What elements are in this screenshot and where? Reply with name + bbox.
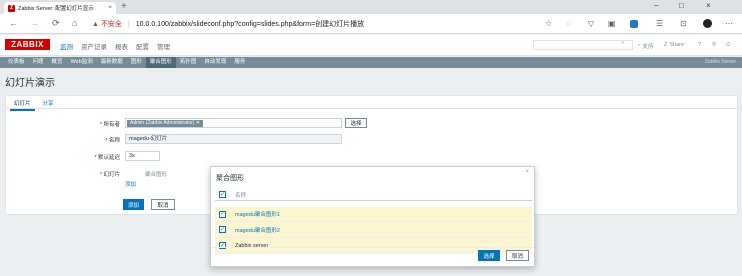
tab-title: Zabbix Server: 配置幻灯片显示 — [18, 6, 94, 12]
nav-administration[interactable]: 管理 — [157, 41, 170, 51]
home-icon[interactable]: ⌂ — [72, 18, 77, 29]
subnav-dashboard[interactable]: 仪表板 — [4, 57, 29, 68]
screens-dialog: 聚合图形 × ✓ 名称 ✓ magedu聚合图形1 ✓ magedu聚合图形2 … — [210, 166, 535, 267]
select-all-checkbox[interactable]: ✓ — [219, 191, 226, 198]
support-link[interactable]: ◔ 支持 — [637, 42, 653, 50]
nav-configuration[interactable]: 配置 — [136, 41, 149, 51]
url-separator: | — [127, 20, 130, 28]
browser-tabbar: Z Zabbix Server: 配置幻灯片显示 × + – □ × — [0, 0, 742, 14]
browser-tab[interactable]: Z Zabbix Server: 配置幻灯片显示 × — [4, 2, 116, 14]
row-checkbox[interactable]: ✓ — [219, 226, 226, 233]
zabbix-logo[interactable]: ZABBIX — [5, 39, 50, 50]
new-tab-icon[interactable]: + — [121, 2, 127, 12]
tab-close-icon[interactable]: × — [108, 5, 112, 11]
close-window-icon[interactable]: × — [706, 1, 711, 11]
maximize-icon[interactable]: □ — [679, 1, 684, 11]
table-row[interactable]: ✓ magedu聚合图形1 — [215, 207, 532, 222]
back-icon[interactable]: ← — [9, 18, 18, 29]
favorites-icon[interactable]: ☰ — [656, 19, 663, 29]
slides-column-header: 聚合图形 — [145, 172, 168, 178]
table-header: ✓ 名称 — [215, 189, 532, 201]
add-slide-link[interactable]: 添加 — [125, 180, 136, 188]
name-field[interactable]: magedu-幻灯片 — [125, 134, 342, 144]
delay-label: * 默认延迟 — [94, 155, 120, 161]
extension-icon[interactable]: ▣ — [608, 19, 616, 29]
zabbix-favicon-icon: Z — [8, 4, 15, 12]
share-link[interactable]: Z Share — [664, 42, 684, 48]
address-bar[interactable]: ▲ 不安全 | 10.0.0.100/zabbix/slideconf.php?… — [92, 17, 532, 31]
subnav-screens[interactable]: 聚合图形 — [145, 57, 176, 68]
user-profile-icon[interactable]: ⚲ — [712, 42, 716, 48]
avatar[interactable] — [703, 19, 712, 28]
star-icon[interactable]: ☆ — [545, 19, 552, 29]
dialog-footer-divider — [211, 247, 534, 248]
collections-icon[interactable]: ⊡ — [680, 19, 687, 29]
remove-owner-icon[interactable]: ✕ — [196, 120, 200, 126]
subnav-web[interactable]: Web监测 — [67, 57, 97, 68]
url-text: 10.0.0.100/zabbix/slideconf.php?config=s… — [135, 21, 365, 28]
page-title: 幻灯片演示 — [5, 78, 55, 89]
minimize-icon[interactable]: – — [654, 1, 658, 11]
subnav-discovery[interactable]: 自动发现 — [200, 57, 230, 68]
subnav-latest-data[interactable]: 最新数据 — [97, 57, 127, 68]
row-checkbox[interactable]: ✓ — [219, 210, 226, 218]
browser-toolbar: ← → ⟳ ⌂ ▲ 不安全 | 10.0.0.100/zabbix/slidec… — [0, 14, 742, 34]
add-button[interactable]: 添加 — [123, 199, 144, 210]
reload-icon[interactable]: ⟳ — [52, 18, 60, 29]
search-input[interactable] — [533, 40, 633, 50]
dialog-select-button[interactable]: 选择 — [478, 250, 500, 261]
delay-field[interactable]: 3s — [125, 151, 160, 161]
nav-inventory[interactable]: 资产记录 — [81, 41, 107, 51]
slides-label: * 幻灯片 — [99, 172, 120, 178]
dialog-cancel-button[interactable]: 取消 — [506, 250, 529, 261]
translate-icon[interactable] — [630, 20, 638, 28]
dialog-close-icon[interactable]: × — [525, 169, 529, 175]
dialog-title: 聚合图形 — [216, 175, 244, 182]
row-name-link[interactable]: magedu聚合图形2 — [235, 226, 280, 234]
subnav-graphs[interactable]: 图形 — [127, 57, 146, 68]
name-label: * 名称 — [105, 138, 120, 144]
support-label: 支持 — [642, 44, 654, 50]
nav-reports[interactable]: 报表 — [115, 41, 128, 51]
zabbix-header: ZABBIX 监测 资产记录 报表 配置 管理 ⌕ ◔ 支持 Z Share ?… — [0, 35, 742, 56]
subnav-services[interactable]: 服务 — [230, 57, 249, 68]
shield-icon[interactable]: ▽ — [588, 19, 594, 29]
main-nav: 监测 资产记录 报表 配置 管理 — [60, 41, 170, 51]
dialog-table: ✓ 名称 ✓ magedu聚合图形1 ✓ magedu聚合图形2 ✓ Zabbi… — [215, 189, 532, 254]
server-name: Zabbix Server — [704, 59, 736, 65]
share-icon: Z — [664, 42, 668, 48]
subnav-maps[interactable]: 拓扑图 — [176, 57, 201, 68]
row-name-link[interactable]: magedu聚合图形1 — [235, 210, 280, 218]
table-row[interactable]: ✓ magedu聚合图形2 — [215, 222, 532, 238]
cancel-button[interactable]: 取消 — [151, 199, 175, 210]
sub-nav: 仪表板 问题 概览 Web监测 最新数据 图形 聚合图形 拓扑图 自动发现 服务… — [0, 57, 742, 68]
nav-monitoring[interactable]: 监测 — [60, 41, 73, 51]
insecure-label: 不安全 — [100, 21, 122, 28]
tab-divider — [6, 108, 737, 109]
support-icon: ◔ — [637, 43, 641, 49]
subnav-problems[interactable]: 问题 — [29, 57, 48, 68]
owner-select-button[interactable]: 选择 — [345, 118, 367, 128]
owner-multiselect[interactable]: Admin (Zabbix Administrator) ✕ — [125, 118, 342, 128]
owner-label: * 所有者 — [99, 122, 120, 128]
logout-icon[interactable]: ⏻ — [726, 42, 730, 49]
more-icon[interactable]: ⋯ — [725, 19, 733, 29]
forward-icon[interactable]: → — [30, 18, 39, 29]
share-label: Share — [669, 42, 685, 48]
search-icon[interactable]: ⌕ — [621, 40, 624, 47]
read-aloud-icon[interactable]: ◌ — [566, 19, 571, 29]
owner-chip: Admin (Zabbix Administrator) ✕ — [127, 120, 204, 127]
warning-icon: ▲ — [92, 20, 99, 28]
help-icon[interactable]: ? — [698, 42, 701, 48]
subnav-overview[interactable]: 概览 — [48, 57, 67, 68]
name-column-header: 名称 — [235, 192, 247, 199]
